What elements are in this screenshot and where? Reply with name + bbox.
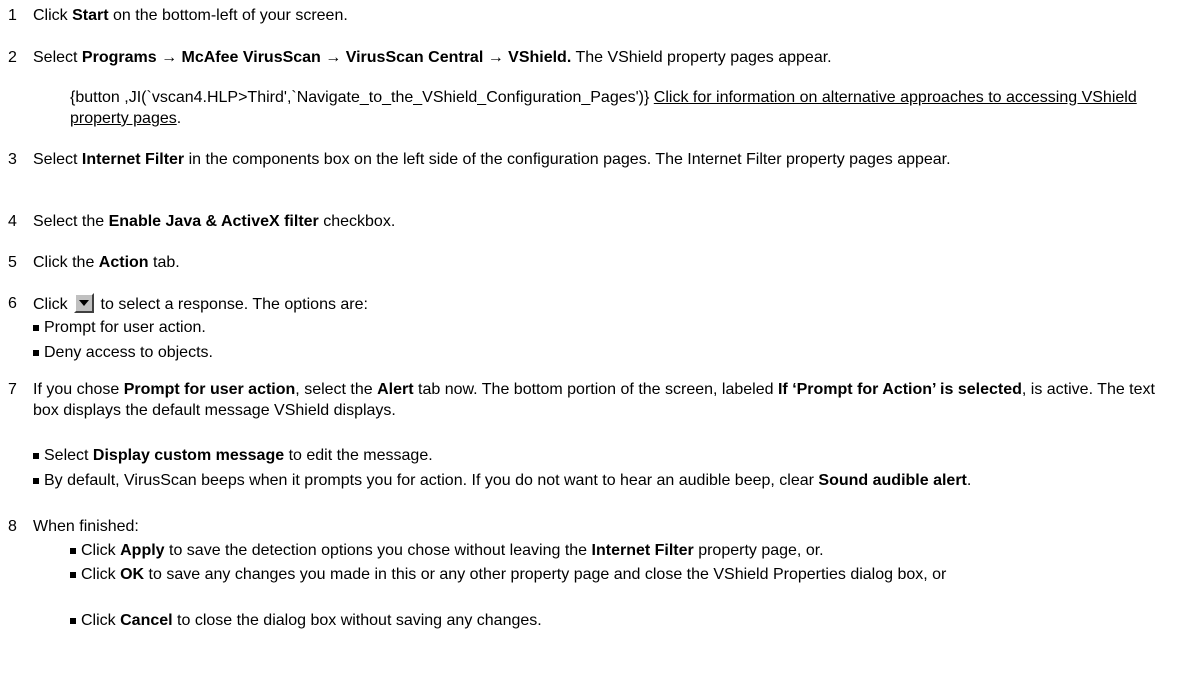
bullet-item: Prompt for user action. (33, 317, 206, 338)
step-text: Select the Enable Java & ActiveX filter … (33, 211, 1180, 232)
text-run: in the components box on the left side o… (184, 151, 951, 168)
bold-term: Programs → McAfee VirusScan → VirusScan … (81, 49, 572, 66)
bullet-item: Select Display custom message to edit th… (33, 445, 1163, 466)
bullet-item: Click OK to save any changes you made in… (70, 564, 1090, 585)
step-number: 8 (8, 518, 17, 535)
bullet-square-icon (33, 350, 39, 356)
step-text: When finished: (33, 518, 139, 535)
bullet-text: Deny access to objects. (44, 344, 213, 361)
text-run: Select the (33, 213, 109, 230)
text-run: to save the detection options you chose … (164, 542, 592, 559)
text-run: tab now. The bottom portion of the scree… (413, 381, 778, 398)
bullet-square-icon (70, 618, 76, 624)
step-number: 7 (8, 381, 17, 398)
text-run: Click (81, 566, 121, 583)
text-run: , select the (295, 381, 378, 398)
bold-term: Cancel (120, 612, 173, 629)
help-macro-text: {button ,JI(`vscan4.HLP>Third',`Navigate… (70, 89, 654, 106)
text-run: to close the dialog box without saving a… (172, 612, 542, 629)
text-run: The VShield property pages appear. (571, 49, 832, 66)
step-number: 6 (8, 295, 17, 312)
step-number: 5 (8, 254, 17, 271)
bold-term: Sound audible alert (818, 472, 967, 489)
bold-term: Start (72, 7, 109, 24)
bold-term: Action (98, 254, 149, 271)
step-number: 3 (8, 151, 17, 168)
text-run: . (966, 472, 972, 489)
bold-term: Enable Java & ActiveX filter (108, 213, 319, 230)
bold-term: Internet Filter (591, 542, 694, 559)
step-number: 4 (8, 213, 17, 230)
text-run: Click (33, 296, 73, 313)
bullet-item: Click Apply to save the detection option… (70, 540, 1170, 561)
text-run: By default, VirusScan beeps when it prom… (44, 472, 819, 489)
bullet-square-icon (70, 548, 76, 554)
text-run: property page, or. (693, 542, 824, 559)
text-run: Click the (33, 254, 99, 271)
bullet-square-icon (33, 453, 39, 459)
text-run: to save any changes you made in this or … (144, 566, 947, 583)
text-run: Select (33, 151, 82, 168)
step-text: Click to select a response. The options … (33, 293, 1180, 315)
step-text: Select Internet Filter in the components… (33, 149, 1180, 170)
text-run: Select (33, 49, 82, 66)
text-run: If you chose (33, 381, 124, 398)
text-run: tab. (148, 254, 180, 271)
bold-term: If ‘Prompt for Action’ is selected (777, 381, 1022, 398)
text-run: . (176, 110, 182, 127)
bullet-text: Prompt for user action. (44, 319, 206, 336)
text-run: checkbox. (318, 213, 396, 230)
text-run: to select a response. The options are: (96, 296, 368, 313)
text-run: on the bottom-left of your screen. (108, 7, 348, 24)
text-run: Click (33, 7, 73, 24)
bullet-item: Click Cancel to close the dialog box wit… (70, 610, 1170, 631)
bold-term: Internet Filter (81, 151, 185, 168)
bold-term: Apply (120, 542, 165, 559)
bold-term: OK (120, 566, 145, 583)
step-text: If you chose Prompt for user action, sel… (33, 379, 1180, 421)
text-run: Click (81, 612, 121, 629)
text-run: Select (44, 447, 93, 464)
text-run: Click (81, 542, 121, 559)
step-text: Click Start on the bottom-left of your s… (33, 5, 1180, 26)
bullet-item: Deny access to objects. (33, 342, 213, 363)
bold-term: Display custom message (92, 447, 285, 464)
bullet-item: By default, VirusScan beeps when it prom… (33, 470, 1163, 491)
bold-term: Prompt for user action (123, 381, 296, 398)
alternative-approaches-note: {button ,JI(`vscan4.HLP>Third',`Navigate… (70, 87, 1180, 129)
bullet-square-icon (33, 478, 39, 484)
bullet-square-icon (33, 325, 39, 331)
bold-term: Alert (377, 381, 414, 398)
step-text: Select Programs → McAfee VirusScan → Vir… (33, 47, 1180, 68)
text-run: to edit the message. (284, 447, 433, 464)
step-number: 1 (8, 7, 17, 24)
step-text: Click the Action tab. (33, 252, 1180, 273)
bullet-square-icon (70, 572, 76, 578)
step-number: 2 (8, 49, 17, 66)
dropdown-arrow-icon (74, 293, 95, 313)
